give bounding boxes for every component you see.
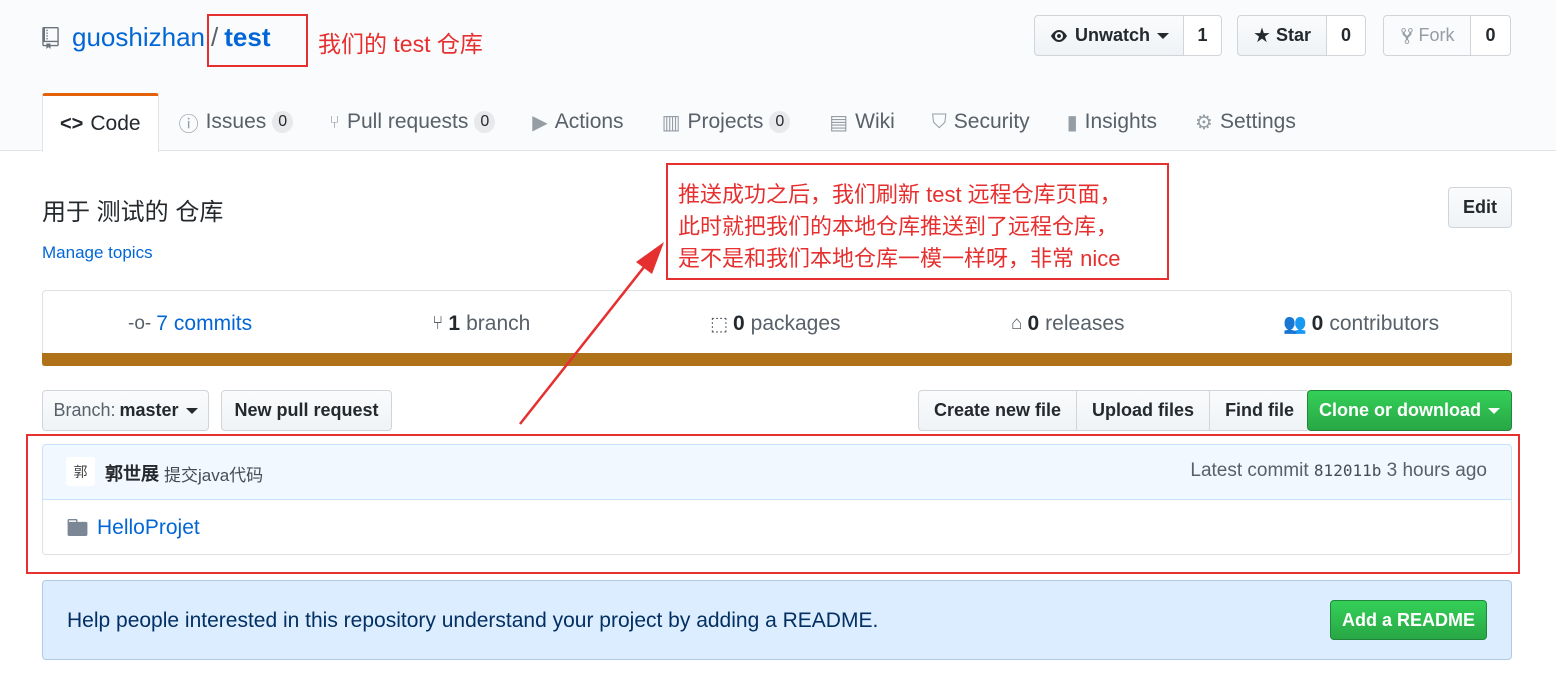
tab-actions[interactable]: ▶ Actions	[532, 93, 623, 151]
repo-owner-link[interactable]: guoshizhan	[72, 22, 205, 52]
fork-count[interactable]: 0	[1471, 15, 1511, 56]
star-count[interactable]: 0	[1327, 15, 1366, 56]
tab-insights[interactable]: ▮ Insights	[1067, 93, 1157, 151]
people-icon: 👥	[1283, 314, 1307, 335]
tab-settings[interactable]: ⚙ Settings	[1195, 93, 1296, 151]
annotation-line: 此时就把我们的本地仓库推送到了远程仓库，	[678, 214, 1119, 239]
star-icon: ★	[1253, 25, 1271, 47]
star-button-group: ★ Star 0	[1237, 15, 1366, 56]
fork-button[interactable]: Fork	[1383, 15, 1471, 56]
tab-label: Code	[90, 112, 141, 135]
annotation-box-repo-name	[207, 14, 308, 67]
repo-nav: <> Code ⓘ Issues 0 ⑂ Pull requests 0 ▶ Actions…	[42, 93, 1296, 152]
annotation-callout: 推送成功之后，我们刷新 test 远程仓库页面， 此时就把我们的本地仓库推送到了…	[666, 163, 1169, 280]
commit-icon: -o-	[128, 313, 152, 334]
issue-icon: ⓘ	[178, 113, 199, 136]
watch-button-group: Unwatch 1	[1034, 15, 1222, 56]
releases-label: releases	[1045, 312, 1125, 335]
tab-pull-requests[interactable]: ⑂ Pull requests 0	[329, 93, 496, 151]
commits-link[interactable]: -o- 7 commits	[128, 310, 252, 338]
branch-name: master	[119, 400, 179, 420]
tab-label: Settings	[1219, 110, 1296, 133]
book-icon: ▤	[829, 111, 849, 134]
add-readme-button[interactable]: Add a README	[1330, 600, 1487, 640]
chevron-down-icon	[1157, 32, 1169, 39]
project-icon: ▥	[661, 111, 681, 134]
branches-link[interactable]: ⑂ 1 branch	[432, 310, 530, 338]
repo-description: 用于 测试的 仓库	[42, 199, 224, 226]
readme-prompt-text: Help people interested in this repositor…	[67, 609, 879, 632]
package-icon: ⬚	[710, 313, 728, 335]
new-pull-request-button[interactable]: New pull request	[221, 390, 392, 431]
tab-projects[interactable]: ▥ Projects 0	[662, 93, 791, 151]
chevron-down-icon	[185, 407, 198, 414]
contributors-count: 0	[1311, 312, 1324, 335]
annotation-box-file-list	[26, 434, 1520, 574]
tab-code[interactable]: <> Code	[42, 93, 159, 152]
star-button[interactable]: ★ Star	[1237, 15, 1327, 56]
branches-label: branch	[466, 312, 531, 335]
tab-label: Pull requests	[346, 110, 469, 133]
branch-select-button[interactable]: Branch: master	[42, 390, 209, 431]
file-actions-group: Create new file Upload files Find file	[918, 390, 1311, 431]
create-new-file-button[interactable]: Create new file	[918, 390, 1078, 431]
tab-label: Insights	[1084, 110, 1158, 133]
fork-label: Fork	[1418, 25, 1455, 45]
clone-or-download-button[interactable]: Clone or download	[1307, 390, 1512, 431]
code-icon: <>	[60, 112, 84, 135]
tab-issues[interactable]: ⓘ Issues 0	[179, 93, 294, 151]
shield-icon: ⛉	[931, 110, 947, 133]
repo-icon	[42, 27, 59, 49]
tab-label: Issues	[205, 110, 267, 133]
watch-button[interactable]: Unwatch	[1034, 15, 1184, 56]
annotation-repo-note: 我们的 test 仓库	[318, 31, 483, 57]
annotation-line: 是不是和我们本地仓库一模一样呀，非常 nice	[678, 246, 1121, 271]
pull-requests-counter: 0	[474, 111, 496, 133]
issues-counter: 0	[272, 111, 294, 133]
packages-count: 0	[732, 312, 745, 335]
gear-icon: ⚙	[1195, 111, 1213, 134]
contributors-label: contributors	[1329, 312, 1440, 335]
find-file-button[interactable]: Find file	[1210, 390, 1311, 431]
branch-prefix: Branch:	[53, 400, 116, 420]
graph-icon: ▮	[1066, 111, 1078, 134]
projects-counter: 0	[769, 111, 791, 133]
pull-request-icon: ⑂	[329, 111, 340, 132]
tag-icon: ⌂	[1011, 313, 1023, 334]
tab-wiki[interactable]: ▤ Wiki	[829, 93, 895, 151]
edit-description-button[interactable]: Edit	[1448, 187, 1512, 228]
branch-icon: ⑂	[432, 313, 444, 334]
branches-count: 1	[448, 312, 461, 335]
tab-label: Projects	[687, 110, 764, 133]
tab-label: Actions	[554, 110, 624, 133]
commits-count: 7	[156, 312, 168, 335]
annotation-line: 推送成功之后，我们刷新 test 远程仓库页面，	[678, 182, 1122, 207]
upload-files-button[interactable]: Upload files	[1077, 390, 1211, 431]
clone-label: Clone or download	[1319, 400, 1481, 420]
tab-label: Wiki	[855, 110, 895, 133]
chevron-down-icon	[1488, 407, 1500, 414]
commits-label: commits	[173, 312, 253, 335]
watch-label: Unwatch	[1074, 25, 1150, 45]
watch-count[interactable]: 1	[1184, 15, 1222, 56]
packages-link[interactable]: ⬚ 0 packages	[710, 310, 841, 338]
releases-link[interactable]: ⌂ 0 releases	[1011, 310, 1125, 338]
tab-label: Security	[953, 110, 1030, 133]
releases-count: 0	[1027, 312, 1040, 335]
eye-icon	[1050, 29, 1067, 42]
tab-security[interactable]: ⛉ Security	[932, 93, 1030, 151]
language-bar[interactable]	[42, 353, 1512, 366]
play-icon: ▶	[532, 111, 548, 134]
fork-icon	[1400, 27, 1413, 44]
packages-label: packages	[750, 312, 841, 335]
manage-topics-link[interactable]: Manage topics	[42, 243, 153, 263]
fork-button-group: Fork 0	[1383, 15, 1511, 56]
contributors-link[interactable]: 👥 0 contributors	[1283, 310, 1439, 338]
star-label: Star	[1275, 25, 1311, 45]
